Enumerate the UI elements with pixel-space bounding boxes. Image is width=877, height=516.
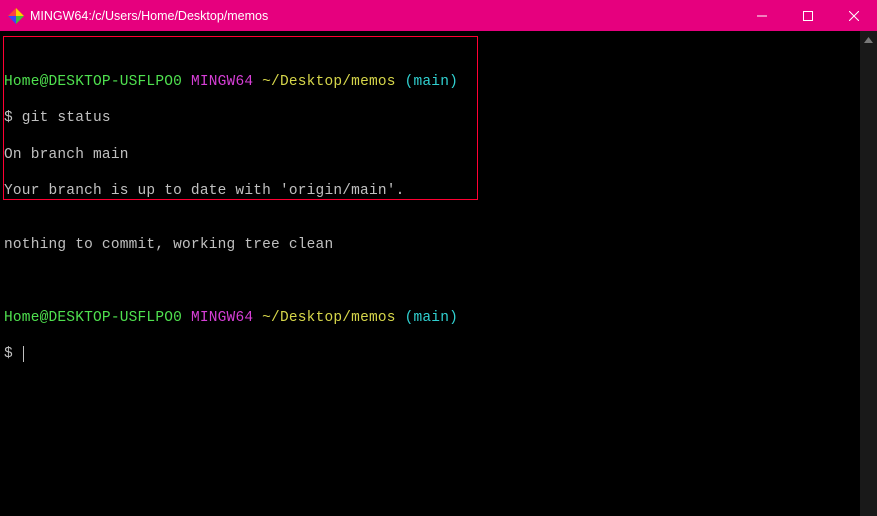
window-controls — [739, 0, 877, 31]
terminal-output[interactable]: Home@DESKTOP-USFLPO0 MINGW64 ~/Desktop/m… — [0, 31, 860, 516]
prompt-host: MINGW64 — [191, 310, 253, 326]
prompt-branch: (main) — [405, 74, 458, 90]
command-line: $ git status — [4, 109, 856, 127]
prompt-user: Home@DESKTOP-USFLPO0 — [4, 74, 182, 90]
scroll-up-icon[interactable] — [860, 31, 877, 48]
output-line: nothing to commit, working tree clean — [4, 236, 856, 254]
cursor — [23, 346, 24, 362]
window-title: MINGW64:/c/Users/Home/Desktop/memos — [30, 9, 268, 23]
prompt-path: ~/Desktop/memos — [262, 74, 396, 90]
prompt-branch: (main) — [405, 310, 458, 326]
close-button[interactable] — [831, 0, 877, 31]
minimize-button[interactable] — [739, 0, 785, 31]
prompt-symbol: $ — [4, 346, 22, 362]
output-line: On branch main — [4, 146, 856, 164]
vertical-scrollbar[interactable] — [860, 31, 877, 516]
prompt-path: ~/Desktop/memos — [262, 310, 396, 326]
titlebar[interactable]: MINGW64:/c/Users/Home/Desktop/memos — [0, 0, 877, 31]
output-line: Your branch is up to date with 'origin/m… — [4, 182, 856, 200]
app-icon — [8, 8, 24, 24]
maximize-button[interactable] — [785, 0, 831, 31]
titlebar-left: MINGW64:/c/Users/Home/Desktop/memos — [8, 8, 268, 24]
prompt-host: MINGW64 — [191, 74, 253, 90]
prompt-user: Home@DESKTOP-USFLPO0 — [4, 310, 182, 326]
